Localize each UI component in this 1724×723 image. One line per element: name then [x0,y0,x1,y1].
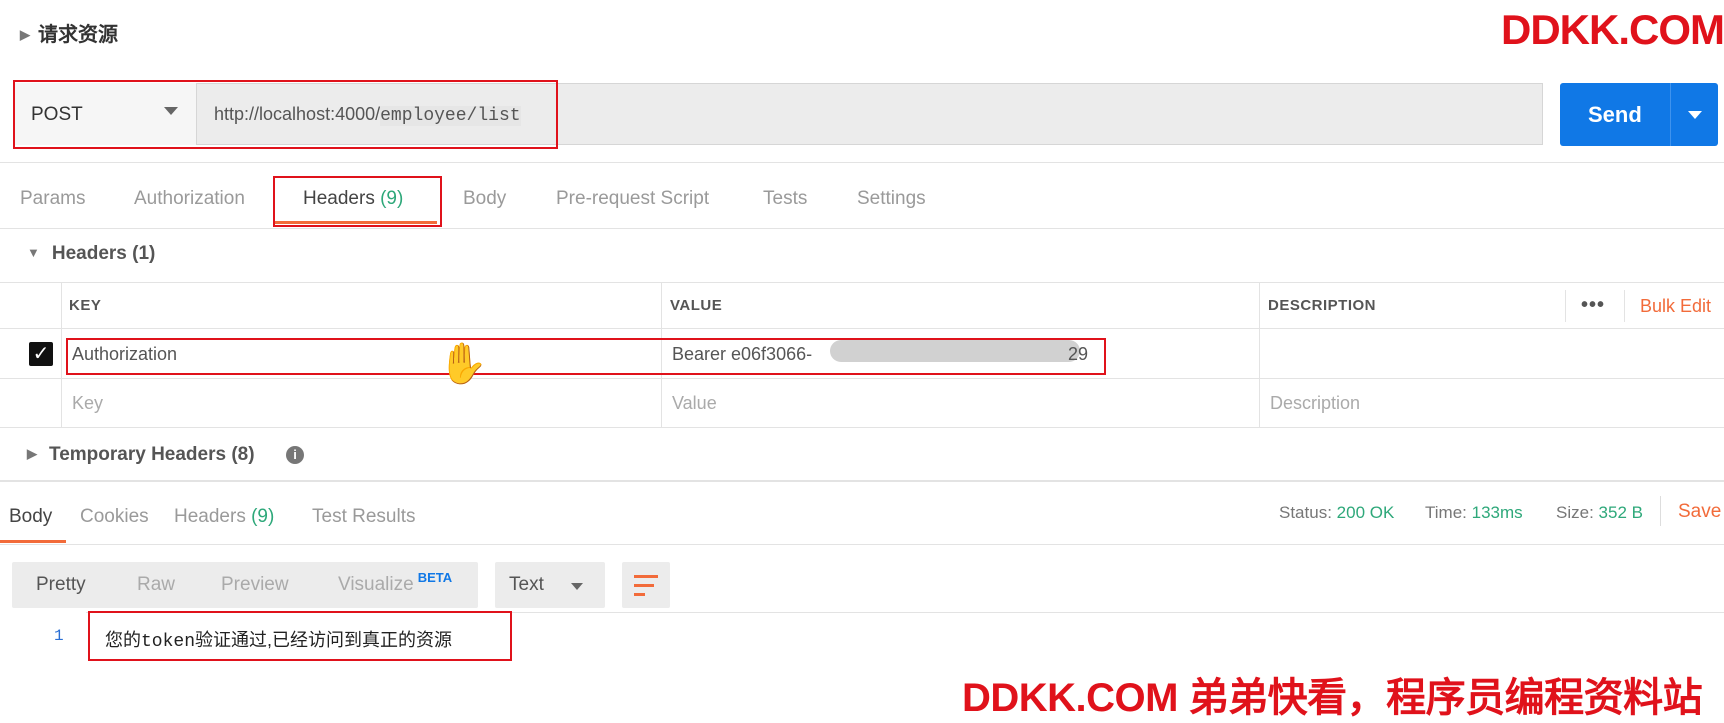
column-header-description: DESCRIPTION [1268,297,1377,314]
beta-badge: BETA [417,570,453,585]
bulk-edit-link[interactable]: Bulk Edit [1640,296,1711,317]
section-title[interactable]: ▶ 请求资源 [20,18,118,47]
view-preview-button[interactable]: Preview [221,574,289,596]
column-header-key: KEY [69,297,102,314]
response-tab-body[interactable]: Body [9,506,52,528]
save-response-button[interactable]: Save [1678,501,1721,523]
wrap-lines-icon[interactable] [622,562,670,608]
highlight-box-headers-tab [273,176,442,227]
watermark-top: DDKK.COM [1501,6,1724,53]
highlight-box-url [13,80,558,149]
more-options-icon[interactable]: ••• [1581,294,1605,317]
tab-authorization[interactable]: Authorization [134,188,245,210]
hand-cursor-icon: ✋ [438,342,488,386]
status-readout: Status: 200 OK [1279,503,1395,522]
temporary-headers-toggle[interactable]: ▶ Temporary Headers (8) [27,444,255,466]
response-tab-headers[interactable]: Headers (9) [174,506,274,528]
tab-body[interactable]: Body [463,188,506,210]
send-dropdown-icon[interactable] [1688,111,1702,119]
tab-pre-request-script[interactable]: Pre-request Script [556,188,709,210]
view-raw-button[interactable]: Raw [137,574,175,596]
info-icon[interactable]: i [286,446,304,464]
headers-toggle[interactable]: ▼ Headers (1) [27,243,155,265]
size-readout: Size: 352 B [1556,503,1643,522]
chevron-down-icon [571,583,583,590]
response-tab-cookies[interactable]: Cookies [80,506,149,528]
view-pretty-button[interactable]: Pretty [36,574,86,596]
tab-settings[interactable]: Settings [857,188,926,210]
view-visualize-button[interactable]: Visualize BETA [338,570,452,596]
chevron-right-icon: ▶ [27,446,37,461]
chevron-right-icon: ▶ [20,27,30,42]
response-tab-test-results[interactable]: Test Results [312,506,415,528]
highlight-box-auth-row [66,338,1106,375]
watermark-bottom: DDKK.COM 弟弟快看，程序员编程资料站 [962,676,1703,720]
format-select[interactable]: Text [495,562,605,608]
column-header-value: VALUE [670,297,723,314]
send-button[interactable]: Send [1560,83,1718,146]
chevron-down-icon: ▼ [27,245,40,260]
time-readout: Time: 133ms [1425,503,1523,522]
key-input[interactable]: Key [72,393,103,414]
tab-tests[interactable]: Tests [763,188,807,210]
description-input[interactable]: Description [1270,393,1360,414]
value-input[interactable]: Value [672,393,717,414]
tab-params[interactable]: Params [20,188,85,210]
header-enabled-checkbox[interactable]: ✓ [29,342,53,366]
active-response-tab-indicator [0,540,66,543]
line-number: 1 [54,627,64,645]
highlight-box-response [88,611,512,661]
